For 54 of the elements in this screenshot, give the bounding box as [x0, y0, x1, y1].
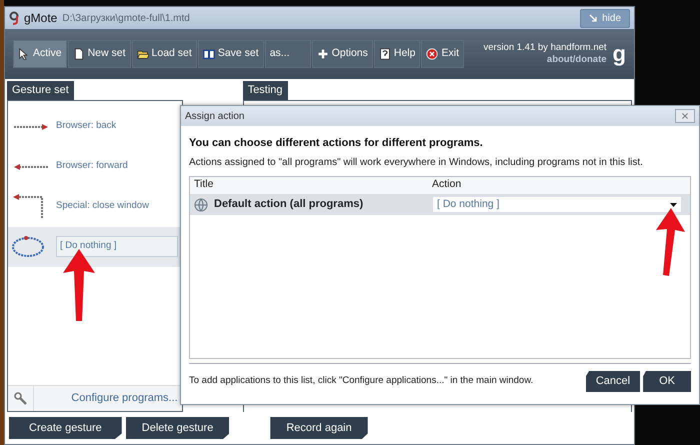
row-title: Default action (all programs): [214, 197, 364, 212]
gesture-item[interactable]: Special: close window: [8, 186, 182, 226]
dialog-button[interactable]: OK: [643, 371, 691, 392]
dialog-heading: You can choose different actions for different programs.: [189, 136, 484, 151]
globe-icon: [194, 198, 208, 212]
footer-hint: To add applications to this list, click "Configure applications..." in the main window.: [189, 374, 534, 388]
toolbar-button[interactable]: New set: [68, 40, 131, 68]
hide-arrow-icon: [589, 14, 598, 22]
window-title: gMote: [24, 10, 58, 27]
action-button[interactable]: Create gesture: [9, 417, 122, 439]
gesture-drawing: [12, 194, 44, 220]
testing-tab[interactable]: Testing: [242, 81, 288, 100]
file-path: D:\Загрузки\gmote-full\1.mtd: [62, 12, 190, 26]
table-row[interactable]: Default action (all programs) [ Do nothing ]: [190, 194, 690, 214]
gesture-item[interactable]: [ Do nothing ]: [8, 226, 182, 266]
cursor-icon: [18, 48, 30, 60]
action-dropdown[interactable]: [ Do nothing ]: [432, 196, 682, 213]
action-button[interactable]: Delete gesture: [126, 417, 230, 439]
plus-icon: [316, 48, 329, 60]
annotation-arrow: [62, 249, 96, 321]
action-button[interactable]: Record again: [270, 417, 368, 439]
dialog-button[interactable]: Cancel: [586, 371, 640, 392]
column-header: Action: [431, 177, 462, 192]
toolbar-button[interactable]: as...: [264, 40, 311, 68]
column-header: Title: [193, 177, 214, 192]
toolbar-button[interactable]: Active: [13, 40, 67, 68]
dialog-description: Actions assigned to "all programs" will work everywhere in Windows, including programs not in this list.: [189, 156, 644, 170]
gesture-drawing: [12, 124, 50, 130]
donate-link[interactable]: about/donate: [546, 54, 607, 65]
logo: g: [612, 43, 626, 65]
gesture-item[interactable]: Browser: forward: [8, 146, 182, 186]
configure-programs-button[interactable]: Configure programs...: [34, 386, 182, 411]
gesture-item[interactable]: Browser: back: [8, 106, 182, 146]
version-text: version 1.41 by handform.net: [484, 42, 607, 54]
gesture-label: Browser: forward: [56, 159, 128, 174]
toolbar-button[interactable]: Save set: [198, 40, 264, 68]
app-icon: [9, 11, 19, 25]
gesture-set-tab[interactable]: Gesture set: [7, 81, 74, 100]
toolbar-button[interactable]: Exit: [421, 40, 464, 68]
toolbar-button[interactable]: Options: [312, 40, 373, 68]
gesture-label: Special: close window: [56, 199, 149, 214]
page-icon: [72, 48, 85, 60]
folder-icon: [136, 48, 149, 60]
toolbar-button[interactable]: Help: [374, 40, 420, 68]
gesture-label: [ Do nothing ]: [56, 236, 178, 257]
dialog-title: Assign action: [185, 110, 244, 124]
book-icon: [202, 48, 215, 60]
gesture-label: Browser: back: [56, 119, 116, 134]
close-icon[interactable]: [675, 109, 695, 123]
toolbar-button[interactable]: Load set: [132, 40, 197, 68]
gesture-drawing: [12, 236, 46, 257]
gesture-drawing: [12, 164, 50, 170]
help-icon: [378, 48, 391, 60]
exit-icon: [426, 48, 438, 60]
